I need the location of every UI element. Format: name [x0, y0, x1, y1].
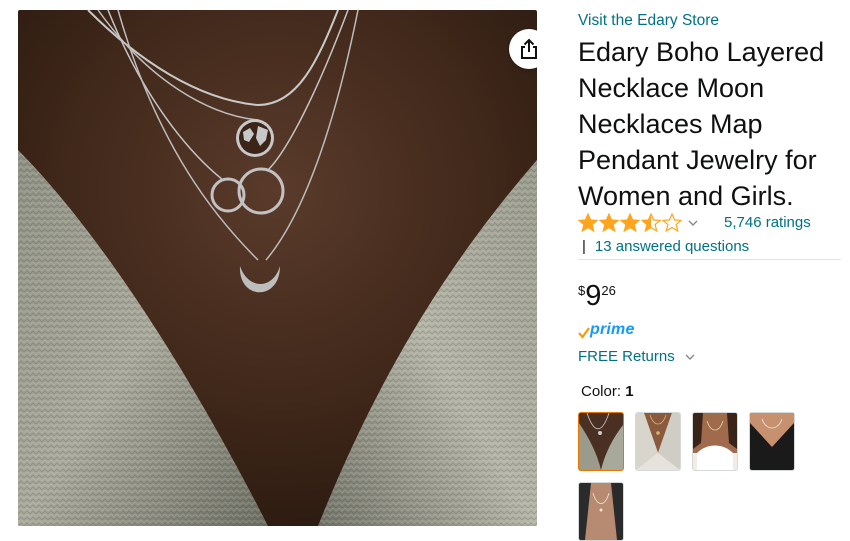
swatch-5[interactable] [578, 482, 624, 541]
price-whole: 9 [585, 280, 602, 312]
star-full-icon [599, 213, 619, 232]
store-link[interactable]: Visit the Edary Store [578, 12, 719, 30]
answered-questions-row: | 13 answered questions [582, 238, 749, 255]
share-icon [521, 38, 537, 59]
price-fraction: 26 [601, 283, 616, 298]
necklace-photo [18, 10, 537, 526]
swatch-1[interactable] [578, 412, 624, 471]
star-full-icon [578, 213, 598, 232]
free-returns-label: FREE Returns [578, 348, 675, 365]
prime-label: prime [590, 321, 635, 338]
prime-check-icon [578, 327, 590, 339]
price-symbol: $ [578, 283, 586, 298]
star-empty-icon [662, 213, 682, 232]
swatch-4[interactable] [749, 412, 795, 471]
star-half-icon [641, 213, 661, 232]
product-title: Edary Boho Layered Necklace Moon Necklac… [578, 37, 825, 211]
answered-questions-link[interactable]: 13 answered questions [595, 238, 749, 255]
free-returns-link[interactable]: FREE Returns [578, 348, 697, 365]
prime-badge[interactable]: prime [578, 321, 635, 339]
chevron-down-icon[interactable] [688, 216, 702, 230]
swatch-3[interactable] [692, 412, 738, 471]
color-selector-label: Color: 1 [581, 383, 634, 400]
divider [578, 259, 841, 260]
star-full-icon [620, 213, 640, 232]
color-label: Color: [581, 383, 622, 400]
separator: | [582, 238, 586, 255]
star-rating[interactable] [578, 213, 682, 232]
ratings-count-link[interactable]: 5,746 ratings [724, 214, 811, 231]
swatch-2[interactable] [635, 412, 681, 471]
chevron-down-icon [685, 351, 697, 363]
main-product-image[interactable] [18, 10, 537, 526]
price: $926 [578, 279, 616, 313]
color-value: 1 [625, 383, 634, 400]
rating-row: 5,746 ratings [578, 213, 811, 232]
